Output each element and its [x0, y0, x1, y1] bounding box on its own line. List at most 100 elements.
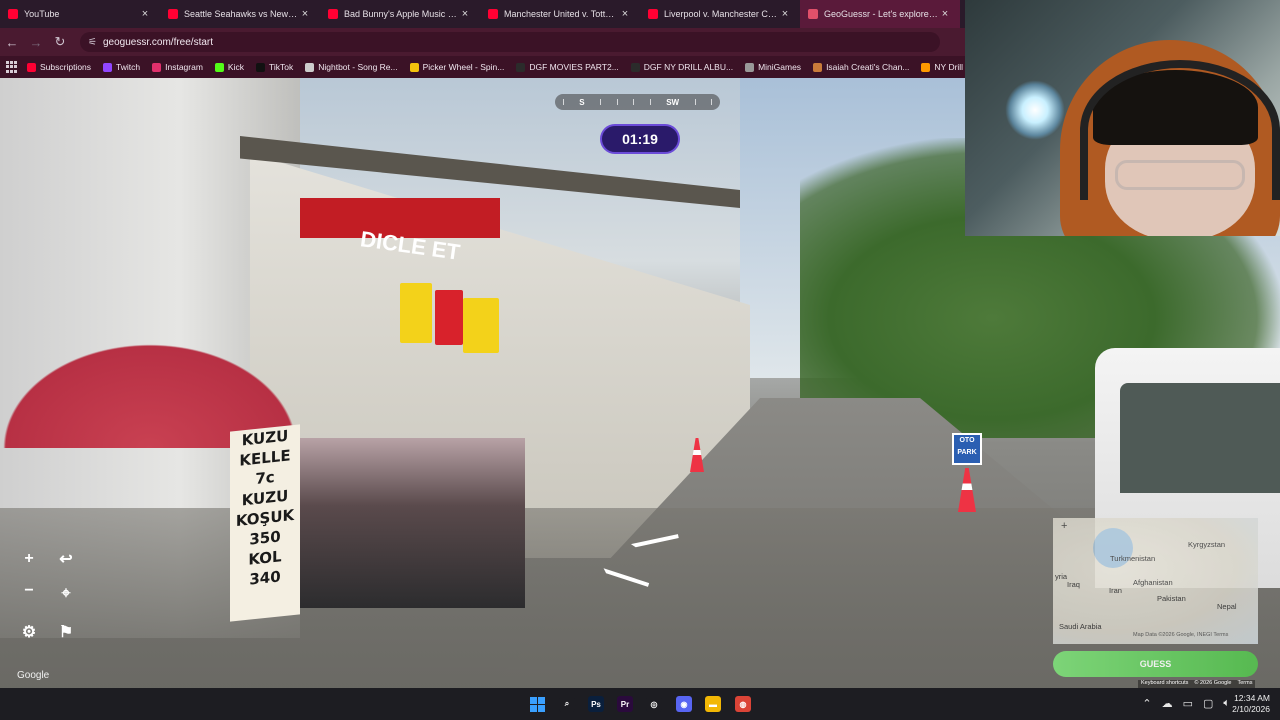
url-text: geoguessr.com/free/start [102, 36, 214, 48]
tab-close-icon[interactable]: × [618, 8, 632, 20]
otopark-sign: OTO PARK [952, 433, 982, 465]
settings-button[interactable]: ⚙ [17, 620, 41, 644]
map-credit: Map Data ©2026 Google, INEGI Terms [1133, 632, 1229, 638]
flag-button[interactable]: ⚑ [54, 620, 78, 644]
map-label: Turkmenistan [1110, 554, 1156, 563]
tab-title: Manchester United v. Tottenha [504, 9, 618, 19]
browser-tab[interactable]: Manchester United v. Tottenha × [480, 0, 640, 28]
tab-close-icon[interactable]: × [458, 8, 472, 20]
undo-move-button[interactable]: ↩ [54, 547, 78, 571]
keyboard-shortcuts-link[interactable]: Keyboard shortcuts [1141, 680, 1188, 688]
tab-favicon-icon [328, 9, 338, 19]
tab-title: Seattle Seahawks vs New Engla [184, 9, 298, 19]
tab-title: Bad Bunny's Apple Music Supe [344, 9, 458, 19]
bookmark-icon [745, 62, 755, 72]
tab-close-icon[interactable]: × [298, 8, 312, 20]
bookmark-item[interactable]: Isaiah Creati's Chan... [813, 62, 909, 72]
bookmark-item[interactable]: Picker Wheel - Spin... [409, 62, 505, 72]
taskbar-search-icon[interactable]: ⌕ [559, 696, 575, 712]
tab-favicon-icon [488, 9, 498, 19]
ring-light [1005, 80, 1065, 140]
taskbar-premiere-icon[interactable]: Pr [617, 696, 633, 712]
bookmark-label: Kick [227, 62, 244, 72]
map-copyright: © 2026 Google [1194, 680, 1232, 686]
browser-tab[interactable]: YouTube × [0, 0, 160, 28]
chevron-up-icon[interactable]: ⌃ [1142, 697, 1151, 710]
truck-window [1120, 383, 1280, 493]
bookmark-icon [630, 62, 640, 72]
browser-tab[interactable]: Liverpool v. Manchester City | P × [640, 0, 800, 28]
tab-title: YouTube [24, 9, 60, 19]
terms-link[interactable]: Terms [1237, 680, 1252, 688]
map-label: Kyrgyzstan [1188, 540, 1226, 549]
bookmark-label: Instagram [165, 62, 203, 72]
forward-icon[interactable]: → [24, 35, 48, 50]
price-board [435, 290, 463, 345]
guess-minimap[interactable]: + Kyrgyzstan Turkmenistan Afghanistan Ir… [1053, 518, 1258, 644]
address-bar: ← → ↻ ⚟ geoguessr.com/free/start [0, 28, 965, 56]
return-to-start-button[interactable]: ⌖ [54, 582, 78, 606]
compass-south: S [579, 97, 585, 107]
clock[interactable]: 12:34 AM 2/10/2026 [1232, 693, 1270, 715]
bookmark-item[interactable]: Nightbot - Song Re... [305, 62, 398, 72]
compass: S SW [555, 94, 720, 110]
bookmark-item[interactable]: MiniGames [745, 62, 801, 72]
guess-button[interactable]: GUESS [1053, 651, 1258, 677]
bookmark-item[interactable]: Instagram [152, 62, 203, 72]
cloud-icon[interactable]: ☁ [1162, 697, 1173, 710]
bookmark-icon [813, 62, 823, 72]
bookmark-icon [214, 62, 224, 72]
minimap-zoom-in[interactable]: + [1061, 520, 1067, 532]
browser-tab[interactable]: GeoGuessr - Let's explore the w× [800, 0, 960, 28]
browser-tab[interactable]: Bad Bunny's Apple Music Supe × [320, 0, 480, 28]
tab-favicon-icon [8, 9, 18, 19]
taskbar-explorer-icon[interactable]: ▬ [705, 696, 721, 712]
taskbar-photoshop-icon[interactable]: Ps [588, 696, 604, 712]
apps-grid-icon[interactable] [6, 61, 17, 73]
volume-icon[interactable]: 🔈︎ [1223, 697, 1230, 710]
bookmark-label: Picker Wheel - Spin... [422, 62, 505, 72]
map-label: Pakistan [1157, 594, 1186, 603]
bookmark-item[interactable]: DGF NY DRILL ALBU... [630, 62, 733, 72]
map-label: Nepal [1217, 602, 1237, 611]
round-timer: 01:19 [600, 124, 680, 154]
taskbar-chrome-icon[interactable]: ◍ [735, 696, 751, 712]
map-label: Afghanistan [1133, 578, 1173, 587]
taskbar-chatgpt-icon[interactable]: ◎ [646, 696, 662, 712]
browser-tab[interactable]: Seattle Seahawks vs New Engla× [160, 0, 320, 28]
zoom-out-button[interactable]: − [17, 579, 41, 603]
bookmark-item[interactable]: Subscriptions [27, 62, 91, 72]
site-info-icon[interactable]: ⚟ [88, 37, 97, 48]
price-sign: KUZU KELLE 7c KUZU KOŞUK 350 KOL 340 [230, 424, 300, 622]
google-logo: Google [17, 670, 50, 681]
bookmark-item[interactable]: Twitch [103, 62, 140, 72]
webcam-overlay [965, 0, 1280, 236]
bookmark-icon [921, 62, 931, 72]
map-label: Iran [1109, 586, 1122, 595]
monitor-icon[interactable]: ▢ [1203, 697, 1213, 710]
start-button[interactable] [529, 696, 545, 712]
taskbar-discord-icon[interactable]: ◉ [676, 696, 692, 712]
reload-icon[interactable]: ↻ [48, 34, 72, 50]
tab-close-icon[interactable]: × [778, 8, 792, 20]
tab-close-icon[interactable]: × [138, 8, 152, 20]
clock-time: 12:34 AM [1234, 693, 1270, 703]
map-label: Iraq [1067, 580, 1080, 589]
url-field[interactable]: ⚟ geoguessr.com/free/start [80, 32, 940, 52]
folder-sync-icon[interactable]: ▭ [1183, 697, 1193, 710]
zoom-in-button[interactable]: + [17, 547, 41, 571]
tab-close-icon[interactable]: × [938, 8, 952, 20]
bookmark-item[interactable]: NY Drill Deads Qu [921, 62, 965, 72]
tab-favicon-icon [648, 9, 658, 19]
bookmark-item[interactable]: DGF MOVIES PART2... [516, 62, 619, 72]
map-label: yria [1055, 572, 1068, 581]
back-icon[interactable]: ← [0, 35, 24, 50]
price-board [463, 298, 499, 353]
taskbar: ⌕ Ps Pr ◎ ◉ ▬ ◍ ⌃ ☁ ▭ ▢ 🔈︎ 12:34 AM 2/10/2026 [0, 688, 1280, 720]
bookmark-item[interactable]: TikTok [255, 62, 293, 72]
bookmark-item[interactable]: Kick [214, 62, 244, 72]
bookmarks-bar: Subscriptions Twitch Instagram Kick TikTok Ni… [0, 56, 965, 78]
map-label: Saudi Arabia [1059, 622, 1102, 631]
price-board [400, 283, 432, 343]
bookmark-icon [255, 62, 265, 72]
